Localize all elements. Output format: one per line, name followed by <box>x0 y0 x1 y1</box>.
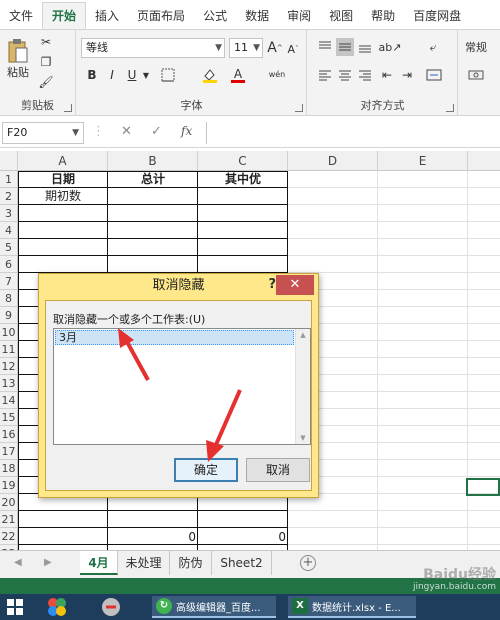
browser-icon: ↻ <box>156 598 172 614</box>
app-icon-tool[interactable] <box>100 596 122 618</box>
taskbar-task-label: 高级编辑器_百度... <box>176 602 261 614</box>
taskbar: ↻ 高级编辑器_百度... X 数据统计.xlsx - E... <box>0 594 500 620</box>
taskbar-excel-task[interactable]: X 数据统计.xlsx - E... <box>288 596 416 618</box>
sheet-tab-sheet2[interactable]: Sheet2 <box>212 551 272 575</box>
app-icon-colorful[interactable] <box>46 596 68 618</box>
excel-icon: X <box>292 598 308 614</box>
prev-sheet-icon[interactable]: ◀ <box>14 557 22 568</box>
taskbar-browser-task[interactable]: ↻ 高级编辑器_百度... <box>152 596 276 618</box>
watermark-url: jingyan.baidu.com <box>412 582 496 592</box>
next-sheet-icon[interactable]: ▶ <box>44 557 52 568</box>
windows-start-icon[interactable] <box>6 596 24 618</box>
sheet-tab-unprocessed[interactable]: 未处理 <box>118 551 170 575</box>
baidu-watermark: Baidu经验 <box>423 567 496 583</box>
sheet-tab-4[interactable]: 4月 <box>80 551 118 575</box>
arrow-to-list-item-icon <box>118 328 150 381</box>
add-sheet-button[interactable]: + <box>300 555 316 571</box>
annotation-arrows <box>118 328 242 462</box>
arrow-to-ok-button-icon <box>206 389 242 462</box>
sheet-tab-anti-fake[interactable]: 防伪 <box>170 551 212 575</box>
taskbar-task-label: 数据统计.xlsx - E... <box>312 602 401 614</box>
